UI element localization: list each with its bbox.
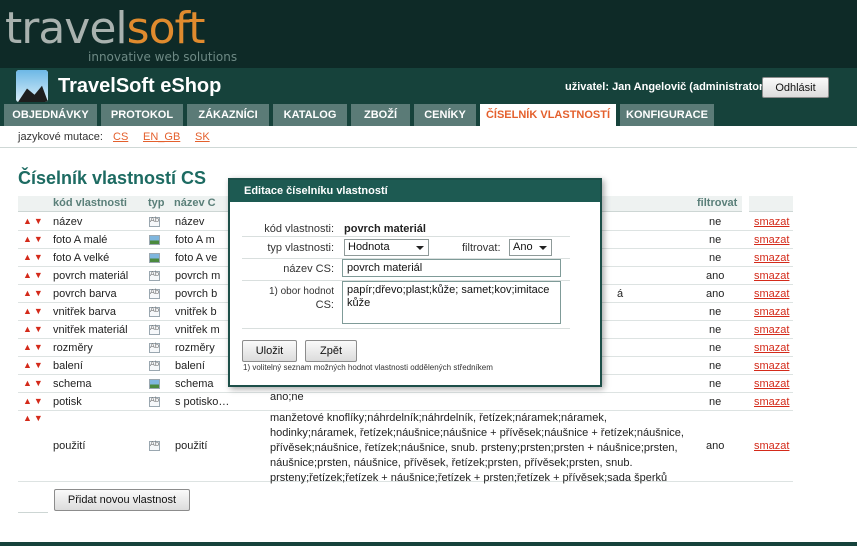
table-header-delete	[749, 196, 793, 212]
reorder-arrows[interactable]: ▲▼	[23, 378, 45, 388]
reorder-arrows[interactable]: ▲▼	[23, 306, 45, 316]
delete-link[interactable]: smazat	[754, 440, 789, 452]
tab-protocol[interactable]: PROTOKOL	[101, 104, 183, 126]
text-type-icon	[149, 324, 160, 335]
edit-property-dialog: Editace číselníku vlastností kód vlastno…	[228, 178, 602, 387]
image-type-icon	[149, 235, 160, 245]
image-type-icon	[149, 253, 160, 263]
delete-link[interactable]: smazat	[754, 360, 789, 372]
value-range-textarea[interactable]: papír;dřevo;plast;kůže; samet;kov;imitac…	[342, 281, 561, 324]
reorder-arrows[interactable]: ▲▼	[23, 288, 45, 298]
reorder-arrows[interactable]: ▲▼	[23, 270, 45, 280]
back-button[interactable]: Zpět	[305, 340, 357, 362]
footer-band	[0, 542, 857, 546]
page-title: Číselník vlastností CS	[18, 168, 207, 188]
lang-link-cs[interactable]: CS	[113, 131, 128, 143]
tab-goods[interactable]: ZBOŽÍ	[351, 104, 410, 126]
text-type-icon	[149, 288, 160, 299]
travelsoft-logo: travelsoft	[5, 3, 205, 54]
reorder-arrows[interactable]: ▲▼	[23, 216, 45, 226]
reorder-arrows[interactable]: ▲▼	[23, 413, 45, 423]
delete-link[interactable]: smazat	[754, 342, 789, 354]
dialog-title[interactable]: Editace číselníku vlastností	[230, 180, 600, 202]
column-header-name: název C	[174, 197, 216, 209]
value-range-label: 1) obor hodnot	[268, 286, 334, 297]
image-type-icon	[149, 379, 160, 389]
value-range-label-cs: CS:	[315, 299, 334, 311]
delete-link[interactable]: smazat	[754, 234, 789, 246]
divider	[242, 236, 570, 237]
divider	[18, 512, 48, 513]
column-header-filter: filtrovat	[697, 197, 738, 209]
logout-button[interactable]: Odhlásit	[762, 77, 829, 98]
shop-title: TravelSoft eShop	[58, 75, 222, 97]
reorder-arrows[interactable]: ▲▼	[23, 342, 45, 352]
filter-label: filtrovat:	[462, 242, 501, 254]
dialog-footnote: 1) volitelný seznam možných hodnot vlast…	[243, 363, 493, 372]
current-user: uživatel: Jan Angelovič (administrator)	[565, 81, 767, 93]
add-property-button[interactable]: Přidat novou vlastnost	[54, 489, 190, 511]
chevron-down-icon	[539, 246, 547, 250]
lang-link-en-gb[interactable]: EN_GB	[143, 131, 180, 143]
language-label: jazykové mutace:	[18, 131, 103, 143]
text-type-icon	[149, 270, 160, 281]
text-type-icon	[149, 440, 160, 451]
table-row: ▲▼ potisk s potisko… ano;ne ne smazat	[18, 391, 793, 411]
delete-link[interactable]: smazat	[754, 396, 789, 408]
text-type-icon	[149, 306, 160, 317]
delete-link[interactable]: smazat	[754, 288, 789, 300]
type-select[interactable]: Hodnota	[344, 239, 429, 256]
text-type-icon	[149, 216, 160, 227]
main-nav: OBJEDNÁVKY PROTOKOL ZÁKAZNÍCI KATALOG ZB…	[4, 104, 718, 126]
reorder-arrows[interactable]: ▲▼	[23, 360, 45, 370]
logo-tagline: innovative web solutions	[88, 50, 238, 64]
chevron-down-icon	[416, 246, 424, 250]
column-header-code: kód vlastnosti	[53, 197, 127, 209]
column-header-type: typ	[148, 197, 165, 209]
delete-link[interactable]: smazat	[754, 378, 789, 390]
tab-pricelists[interactable]: CENÍKY	[414, 104, 476, 126]
delete-link[interactable]: smazat	[754, 216, 789, 228]
value-list-text: manžetové knoflíky;náhrdelník;náhrdelník…	[270, 412, 684, 484]
divider	[242, 328, 570, 329]
language-bar	[0, 126, 857, 148]
delete-link[interactable]: smazat	[754, 252, 789, 264]
filter-select[interactable]: Ano	[509, 239, 552, 256]
save-button[interactable]: Uložit	[242, 340, 297, 362]
text-type-icon	[149, 342, 160, 353]
reorder-arrows[interactable]: ▲▼	[23, 234, 45, 244]
code-value: povrch materiál	[344, 223, 426, 235]
name-input[interactable]: povrch materiál	[342, 259, 561, 277]
tab-customers[interactable]: ZÁKAZNÍCI	[187, 104, 269, 126]
type-label: typ vlastnosti:	[267, 242, 334, 254]
name-label: název CS:	[283, 263, 334, 275]
delete-link[interactable]: smazat	[754, 270, 789, 282]
tab-orders[interactable]: OBJEDNÁVKY	[4, 104, 97, 126]
reorder-arrows[interactable]: ▲▼	[23, 324, 45, 334]
tab-properties[interactable]: ČÍSELNÍK VLASTNOSTÍ	[480, 104, 616, 126]
text-type-icon	[149, 360, 160, 371]
delete-link[interactable]: smazat	[754, 306, 789, 318]
text-type-icon	[149, 396, 160, 407]
eshop-logo-icon	[16, 70, 48, 102]
reorder-arrows[interactable]: ▲▼	[23, 396, 45, 406]
delete-link[interactable]: smazat	[754, 324, 789, 336]
tab-catalog[interactable]: KATALOG	[273, 104, 347, 126]
code-label: kód vlastnosti:	[264, 223, 334, 235]
tab-configuration[interactable]: KONFIGURACE	[620, 104, 714, 126]
lang-link-sk[interactable]: SK	[195, 131, 210, 143]
reorder-arrows[interactable]: ▲▼	[23, 252, 45, 262]
